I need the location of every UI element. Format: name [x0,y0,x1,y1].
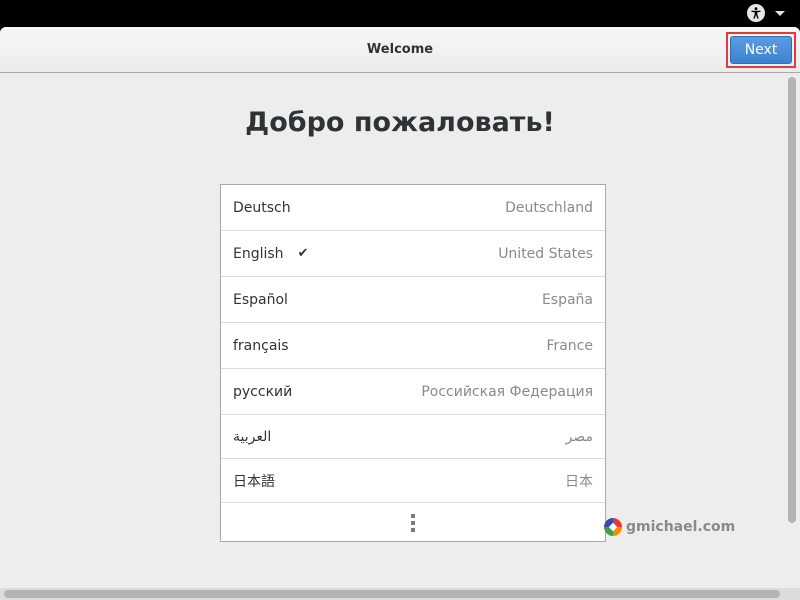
country-name: España [541,291,593,308]
language-row-espanol[interactable]: Español España [221,277,605,323]
country-name: Российская Федерация [421,383,593,400]
top-bar [0,0,800,27]
language-row-arabic[interactable]: العربية مصر [221,415,605,459]
accessibility-icon[interactable] [747,4,765,22]
language-name: français [233,337,289,354]
watermark-logo-icon [604,518,622,536]
language-row-deutsch[interactable]: Deutsch Deutschland [221,185,605,231]
watermark: gmichael.com [604,518,735,536]
window-title: Welcome [366,42,434,57]
more-vertical-icon [411,514,415,532]
vertical-scrollbar[interactable] [788,77,796,523]
language-name: русский [233,383,293,400]
page-title: Добро пожаловать! [245,107,555,138]
language-row-japanese[interactable]: 日本語 日本 [221,459,605,503]
country-name: مصر [565,428,593,445]
country-name: Deutschland [505,199,593,216]
watermark-text: gmichael.com [626,519,736,535]
language-name: Deutsch [233,199,291,216]
language-name: العربية [233,428,272,445]
setup-window: Welcome Next Добро пожаловать! Deutsch D… [0,27,800,600]
language-name: English [233,245,284,262]
language-name: 日本語 [233,473,275,490]
next-button-highlight: Next [726,32,796,68]
country-name: 日本 [565,473,593,490]
country-name: United States [498,245,593,262]
language-row-francais[interactable]: français France [221,323,605,369]
language-row-russian[interactable]: русский Российская Федерация [221,369,605,415]
caret-down-icon[interactable] [775,11,785,16]
language-row-english[interactable]: English ✔ United States [221,231,605,277]
horizontal-scrollbar[interactable] [4,590,780,598]
next-button[interactable]: Next [730,36,792,64]
header-bar: Welcome Next [0,27,800,73]
language-name: Español [233,291,288,308]
checkmark-icon: ✔ [297,246,309,261]
language-list: Deutsch Deutschland English ✔ United Sta… [220,184,606,542]
country-name: France [546,337,593,354]
more-languages-button[interactable] [221,503,605,543]
